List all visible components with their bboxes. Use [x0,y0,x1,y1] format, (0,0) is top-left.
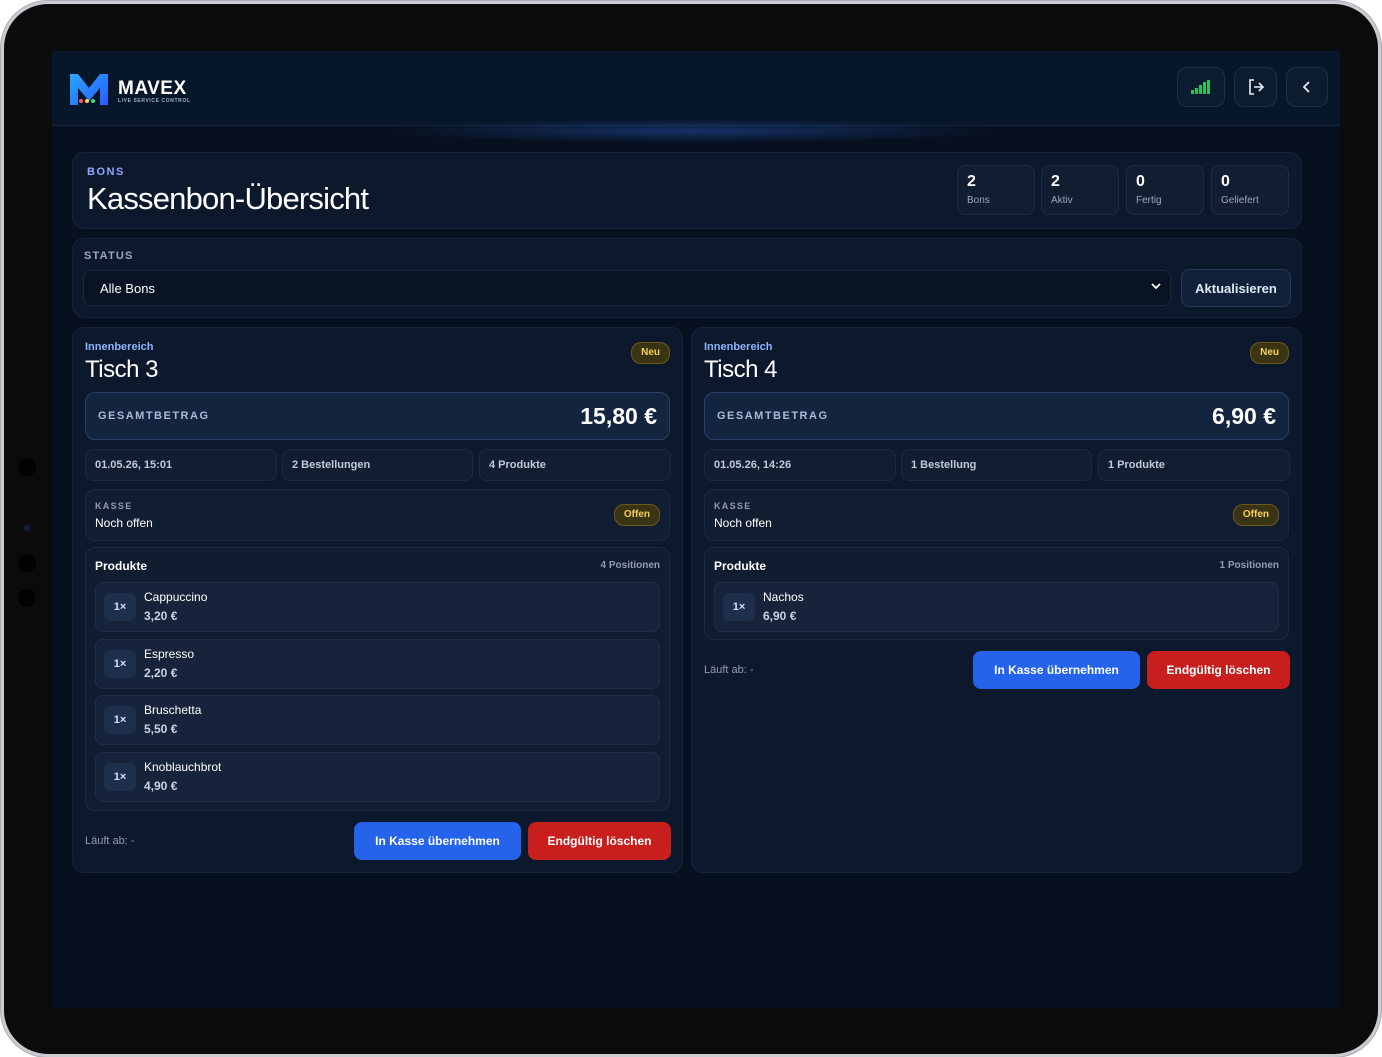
top-bar: MAVEX LIVE SERVICE CONTROL [52,51,1340,126]
refresh-button[interactable]: Aktualisieren [1181,269,1291,307]
item-qty: 1× [723,593,755,621]
logout-button[interactable] [1234,67,1277,107]
logout-icon [1248,79,1264,95]
products-title: Produkte [714,559,767,573]
expiry-text: Läuft ab: - [85,835,135,847]
status-badge: Neu [631,342,670,364]
item-name: Cappuccino [144,590,208,604]
total-box: GESAMTBETRAG 15,80 € [85,392,670,440]
stat-geliefert: 0 Geliefert [1211,165,1289,215]
bon-table: Tisch 4 [704,356,777,383]
bon-date: 01.05.26, 14:26 [704,449,896,481]
bon-area: Innenbereich [85,341,154,353]
brand-tagline: LIVE SERVICE CONTROL [118,98,191,104]
kasse-status: Noch offen [95,516,153,530]
overview-header: BONS Kassenbon-Übersicht 2 Bons 2 Aktiv … [72,152,1302,229]
list-item: 1× Knoblauchbrot 4,90 € [95,752,660,802]
chevron-left-icon [1302,81,1310,93]
list-item: 1× Espresso 2,20 € [95,639,660,689]
chevron-down-icon [1151,283,1161,290]
total-amount: 6,90 € [1212,403,1276,429]
stat-label: Aktiv [1051,195,1073,206]
header-glow [382,119,1002,143]
item-name: Nachos [763,590,804,604]
list-item: 1× Bruschetta 5,50 € [95,695,660,745]
products-box: Produkte 1 Positionen 1× Nachos 6,90 € [704,547,1289,640]
total-box: GESAMTBETRAG 6,90 € [704,392,1289,440]
kasse-box: KASSE Noch offen Offen [85,489,670,541]
filter-panel: STATUS Alle Bons Aktualisieren [72,238,1302,318]
item-price: 3,20 € [144,609,178,623]
total-amount: 15,80 € [580,403,657,429]
mavex-logo-icon [70,74,108,105]
bon-card: Innenbereich Tisch 3 Neu GESAMTBETRAG 15… [72,327,683,873]
stat-value: 0 [1221,173,1230,190]
kasse-box: KASSE Noch offen Offen [704,489,1289,541]
stat-value: 0 [1136,173,1145,190]
total-label: GESAMTBETRAG [98,410,210,422]
stat-value: 2 [967,173,976,190]
bon-area: Innenbereich [704,341,773,353]
camera-dot [18,589,36,607]
page-title: Kassenbon-Übersicht [87,181,369,216]
list-item: 1× Nachos 6,90 € [714,582,1279,632]
item-price: 6,90 € [763,609,797,623]
status-badge: Neu [1250,342,1289,364]
status-label: STATUS [84,250,134,262]
kasse-label: KASSE [714,501,752,511]
item-name: Bruschetta [144,703,202,717]
bon-orders: 2 Bestellungen [282,449,473,481]
item-qty: 1× [104,593,136,621]
bon-date: 01.05.26, 15:01 [85,449,277,481]
brand-logo[interactable]: MAVEX LIVE SERVICE CONTROL [68,71,208,107]
products-title: Produkte [95,559,148,573]
kasse-status: Noch offen [714,516,772,530]
item-qty: 1× [104,650,136,678]
bon-card: Innenbereich Tisch 4 Neu GESAMTBETRAG 6,… [691,327,1302,873]
kasse-label: KASSE [95,501,133,511]
list-item: 1× Cappuccino 3,20 € [95,582,660,632]
to-kasse-button[interactable]: In Kasse übernehmen [973,651,1140,689]
bon-products-count: 4 Produkte [479,449,671,481]
stat-fertig: 0 Fertig [1126,165,1204,215]
item-name: Espresso [144,647,195,661]
kasse-badge: Offen [1232,504,1279,526]
stat-label: Bons [967,195,990,206]
to-kasse-button[interactable]: In Kasse übernehmen [354,822,521,860]
item-price: 2,20 € [144,666,178,680]
expiry-text: Läuft ab: - [704,664,754,676]
delete-button[interactable]: Endgültig löschen [1147,651,1290,689]
status-select-value: Alle Bons [100,281,155,296]
total-label: GESAMTBETRAG [717,410,829,422]
item-price: 4,90 € [144,779,178,793]
item-qty: 1× [104,706,136,734]
delete-button[interactable]: Endgültig löschen [528,822,671,860]
item-name: Knoblauchbrot [144,760,222,774]
products-box: Produkte 4 Positionen 1× Cappuccino 3,20… [85,547,670,811]
products-positions: 4 Positionen [600,560,660,571]
bon-products-count: 1 Produkte [1098,449,1290,481]
stat-aktiv: 2 Aktiv [1041,165,1119,215]
brand-name: MAVEX [118,78,187,99]
camera-dot [18,458,36,476]
bon-table: Tisch 3 [85,356,158,383]
stat-bons: 2 Bons [957,165,1035,215]
item-qty: 1× [104,763,136,791]
section-eyebrow: BONS [87,166,125,178]
item-price: 5,50 € [144,722,178,736]
bon-orders: 1 Bestellung [901,449,1092,481]
stat-label: Geliefert [1221,195,1259,206]
kasse-badge: Offen [613,504,660,526]
signal-button[interactable] [1177,67,1225,107]
signal-icon [1191,80,1210,94]
tablet-frame: MAVEX LIVE SERVICE CONTROL BONS Kassenbo… [4,4,1378,1054]
stat-value: 2 [1051,173,1060,190]
sensor-dot [24,525,30,531]
products-positions: 1 Positionen [1219,560,1279,571]
app-screen: MAVEX LIVE SERVICE CONTROL BONS Kassenbo… [52,51,1340,1008]
status-select[interactable]: Alle Bons [83,270,1171,306]
back-button[interactable] [1286,67,1328,107]
camera-dot [18,554,36,572]
stat-label: Fertig [1136,195,1162,206]
